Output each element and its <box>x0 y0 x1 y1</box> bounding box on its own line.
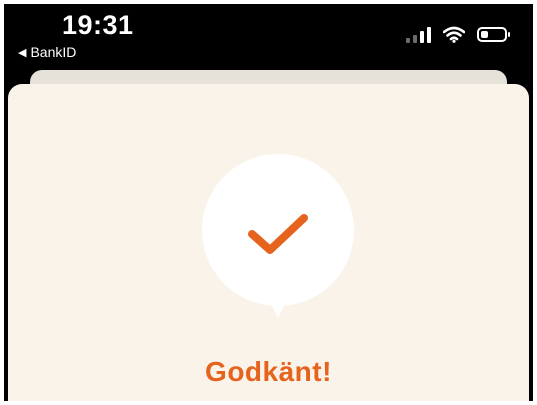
result-sheet: Godkänt! <box>8 84 529 401</box>
back-app-label: BankID <box>30 44 77 60</box>
status-bubble <box>202 154 354 306</box>
back-arrow-icon: ◀ <box>18 46 27 59</box>
status-time: 19:31 <box>62 10 134 40</box>
battery-icon <box>477 27 510 42</box>
back-to-app-link[interactable]: ◀ BankID <box>18 44 76 60</box>
wifi-icon <box>443 26 465 43</box>
phone-screen: 19:31 ◀ BankID Godkänt! <box>4 4 533 401</box>
status-bar: 19:31 ◀ BankID <box>4 4 533 70</box>
status-icons <box>406 26 510 43</box>
result-title: Godkänt! <box>205 356 332 387</box>
cellular-signal-icon <box>406 26 431 43</box>
checkmark-icon <box>248 214 308 254</box>
bubble-tail <box>267 296 289 318</box>
battery-level <box>481 31 488 38</box>
